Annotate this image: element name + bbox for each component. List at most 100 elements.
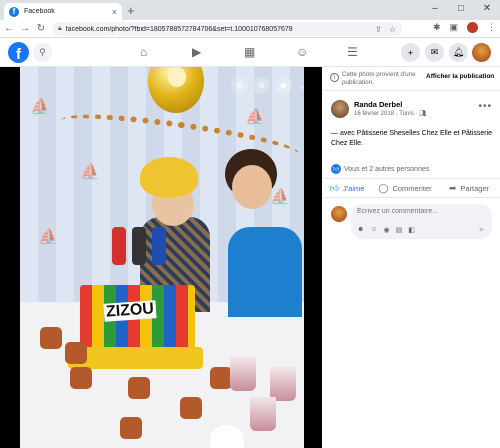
comment-icon: ◯ xyxy=(378,182,389,193)
like-button[interactable]: 👍︎ J'aime xyxy=(322,183,372,194)
facebook-logo-icon[interactable]: f xyxy=(8,42,29,63)
comment-button[interactable]: ◯ Commenter xyxy=(372,183,438,194)
new-tab-button[interactable]: + xyxy=(127,3,135,18)
comment-label: Commenter xyxy=(392,183,432,193)
from-publication-text: Cette photo provient d'une publication. xyxy=(342,71,416,86)
cupcake xyxy=(128,377,150,399)
info-icon: i xyxy=(330,73,339,82)
superman-figure xyxy=(152,227,166,265)
tag-icon[interactable]: ◆ xyxy=(275,77,292,94)
extensions-icon[interactable]: ✱ xyxy=(433,22,441,33)
comment-input[interactable] xyxy=(357,208,485,215)
ship-decoration-icon: ⛵ xyxy=(270,189,290,206)
emoji-icon[interactable]: ☺ xyxy=(370,226,377,234)
party-photo[interactable]: ⛵ ⛵ ⛵ ⛵ ⛵ ZIZOU ⊕ ⊖ ◆ ⤢ xyxy=(20,67,304,448)
profile-avatar-icon[interactable] xyxy=(467,22,478,33)
cupcake xyxy=(120,417,142,439)
balloon-highlight xyxy=(168,67,186,87)
post-text: — avec Pâtisserie Sheselles Chez Elle et… xyxy=(331,130,493,147)
share-button[interactable]: ➦ Partager xyxy=(438,183,500,194)
friends-audience-icon: 👥︎ xyxy=(419,111,427,117)
create-icon[interactable]: + xyxy=(401,43,420,62)
minimize-button[interactable]: – xyxy=(422,0,448,20)
reactions-text[interactable]: Vous et 2 autres personnes xyxy=(344,166,429,173)
lego-cake xyxy=(80,285,195,355)
messenger-icon[interactable]: ✉ xyxy=(425,43,444,62)
sticker-icon[interactable]: ◧ xyxy=(408,226,415,234)
yellow-hat xyxy=(140,157,198,197)
paper-cup xyxy=(270,367,296,401)
browser-toolbar: ← → ↻ 🔒︎ facebook.com/photo/?fbid=180578… xyxy=(0,20,500,38)
zoom-in-icon[interactable]: ⊕ xyxy=(231,77,248,94)
share-arrow-icon: ➦ xyxy=(448,182,457,193)
url-text[interactable]: facebook.com/photo/?fbid=180578857278470… xyxy=(66,26,368,33)
paper-cup xyxy=(230,357,256,391)
camera-icon[interactable]: ◉ xyxy=(384,226,390,234)
lock-icon[interactable]: 🔒︎ xyxy=(58,25,62,33)
post-actions: 👍︎ J'aime ◯ Commenter ➦ Partager xyxy=(322,178,500,198)
maximize-button[interactable]: □ xyxy=(448,0,474,20)
browser-menu-icon[interactable]: ⋮ xyxy=(487,22,496,33)
child-right-body xyxy=(228,227,302,317)
from-publication-bar: i Cette photo provient d'une publication… xyxy=(322,67,500,91)
child-right-face xyxy=(232,165,272,209)
cupcake xyxy=(70,367,92,389)
post-panel: i Cette photo provient d'une publication… xyxy=(322,67,500,448)
comment-tools: ☻ ☺ ◉ ▤ ◧ xyxy=(357,226,421,234)
view-publication-button[interactable]: Afficher la publication xyxy=(426,73,494,80)
close-window-button[interactable]: ✕ xyxy=(474,0,500,20)
reload-button[interactable]: ↻ xyxy=(34,23,48,34)
more-options-icon[interactable]: ••• xyxy=(478,101,492,112)
ship-decoration-icon: ⛵ xyxy=(245,109,265,126)
window-controls: – □ ✕ xyxy=(422,0,500,20)
commenter-avatar[interactable] xyxy=(331,206,347,222)
comment-box[interactable]: ☻ ☺ ◉ ▤ ◧ ➤ xyxy=(351,204,492,239)
ship-decoration-icon: ⛵ xyxy=(80,164,100,181)
forward-button[interactable]: → xyxy=(18,23,32,34)
like-reaction-icon: 👍︎ xyxy=(331,164,341,174)
cupcake xyxy=(210,367,232,389)
paper-cup xyxy=(250,397,276,431)
cupcake xyxy=(65,342,87,364)
address-bar[interactable]: 🔒︎ facebook.com/photo/?fbid=180578857278… xyxy=(52,22,402,36)
browser-tabstrip: f Facebook × + – □ ✕ xyxy=(0,0,500,20)
reactions-summary[interactable]: 👍︎ Vous et 2 autres personnes xyxy=(331,164,429,174)
like-label: J'aime xyxy=(342,183,365,193)
post-date-location[interactable]: 16 février 2018 · Tunis · xyxy=(354,111,419,117)
cupcake xyxy=(40,327,62,349)
gif-icon[interactable]: ▤ xyxy=(396,226,403,234)
share-icon[interactable]: ⇪ xyxy=(375,25,382,34)
thumbs-up-icon: 👍︎ xyxy=(329,182,339,193)
facebook-header: f ⚲ ⌂ ▶ ▦ ☺ ☰ + ✉ 🔔︎ xyxy=(0,38,500,67)
share-label: Partager xyxy=(460,183,490,193)
bookmark-star-icon[interactable]: ☆ xyxy=(389,25,396,34)
groups-icon[interactable]: ☺ xyxy=(296,45,308,59)
video-icon[interactable]: ▶ xyxy=(192,45,201,59)
browser-tab[interactable]: f Facebook × xyxy=(4,3,122,20)
toolbar-right: ✱ ▣ ⋮ xyxy=(424,22,496,33)
ship-decoration-icon: ⛵ xyxy=(30,99,50,116)
send-icon[interactable]: ➤ xyxy=(478,225,485,234)
avatar-sticker-icon[interactable]: ☻ xyxy=(357,226,364,234)
tab-title: Facebook xyxy=(24,8,55,15)
spiderman-figure xyxy=(112,227,126,265)
notifications-icon[interactable]: 🔔︎ xyxy=(449,43,468,62)
author-avatar[interactable] xyxy=(331,100,349,118)
side-panel-icon[interactable]: ▣ xyxy=(449,22,458,33)
cupcake xyxy=(180,397,202,419)
author-name[interactable]: Randa Derbel xyxy=(354,100,402,109)
account-avatar[interactable] xyxy=(472,43,491,62)
back-button[interactable]: ← xyxy=(2,23,16,34)
marketplace-icon[interactable]: ▦ xyxy=(244,45,255,59)
ship-decoration-icon: ⛵ xyxy=(38,229,58,246)
cake-base xyxy=(68,347,203,369)
search-icon[interactable]: ⚲ xyxy=(33,43,52,62)
zoom-out-icon[interactable]: ⊖ xyxy=(253,77,270,94)
photo-viewer: ⛵ ⛵ ⛵ ⛵ ⛵ ZIZOU ⊕ ⊖ ◆ ⤢ xyxy=(0,67,322,448)
menu-icon[interactable]: ☰ xyxy=(347,45,358,59)
home-icon[interactable]: ⌂ xyxy=(140,45,147,59)
tab-close-icon[interactable]: × xyxy=(112,7,117,17)
cake-label: ZIZOU xyxy=(103,300,157,322)
facebook-favicon-icon: f xyxy=(9,6,19,17)
post-meta: 16 février 2018 · Tunis · 👥︎ xyxy=(354,110,427,117)
